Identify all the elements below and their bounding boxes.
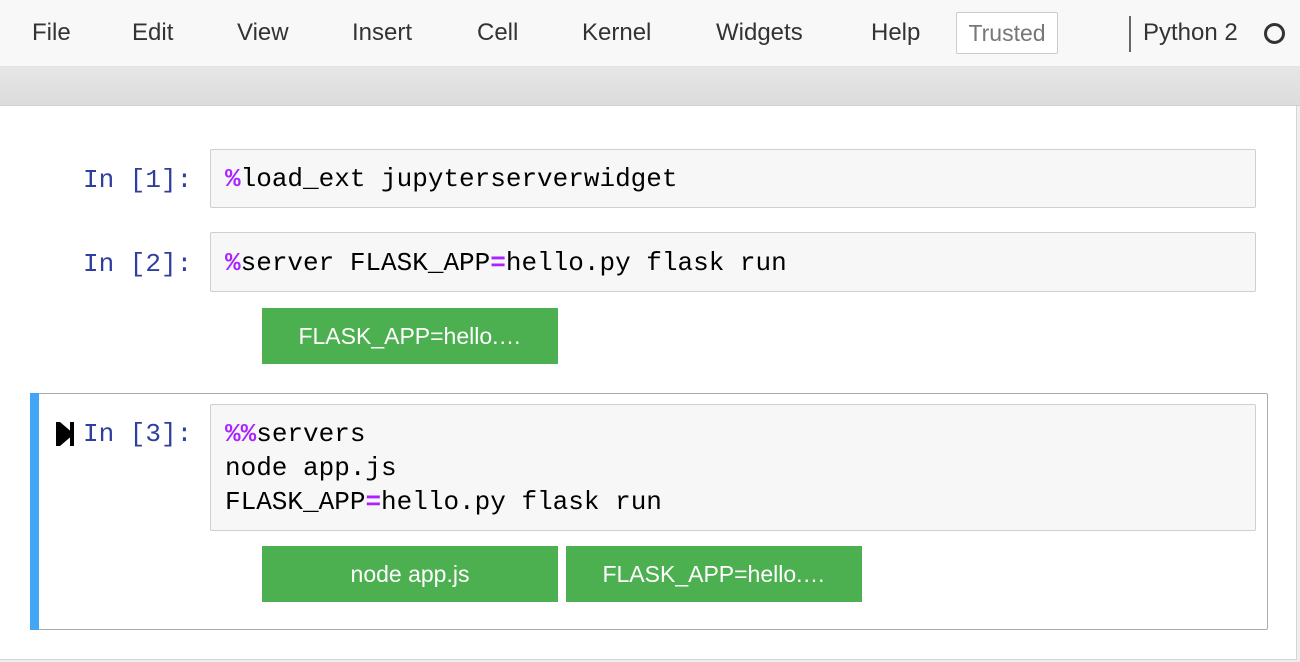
menu-help[interactable]: Help — [871, 18, 920, 48]
kernel-idle-icon — [1264, 23, 1285, 44]
code-line: %server FLASK_APP=hello.py flask run — [225, 246, 787, 280]
menu-edit[interactable]: Edit — [132, 18, 173, 48]
menu-file[interactable]: File — [32, 18, 71, 48]
cell-input[interactable]: %server FLASK_APP=hello.py flask run — [210, 232, 1256, 292]
selected-cell-indicator — [30, 393, 39, 630]
menu-kernel[interactable]: Kernel — [582, 18, 651, 48]
code-line: FLASK_APP=hello.py flask run — [225, 485, 662, 519]
step-forward-icon — [56, 422, 74, 446]
cell-input[interactable]: %%servers node app.js FLASK_APP=hello.py… — [210, 404, 1256, 531]
trusted-indicator[interactable]: Trusted — [956, 12, 1058, 54]
server-widget-button[interactable]: node app.js — [262, 546, 558, 602]
code-token: hello.py flask run — [381, 487, 662, 517]
code-token: servers — [256, 419, 366, 449]
magic-token: %% — [225, 419, 257, 449]
code-line: %%servers — [225, 417, 365, 451]
magic-token: % — [225, 248, 241, 278]
server-widget-button[interactable]: FLASK_APP=hello.… — [262, 308, 558, 364]
operator-token: = — [365, 487, 382, 517]
kernel-name[interactable]: Python 2 — [1143, 18, 1238, 48]
menu-view[interactable]: View — [237, 18, 289, 48]
menu-widgets[interactable]: Widgets — [716, 18, 803, 48]
code-line: %load_ext jupyterserverwidget — [225, 162, 677, 196]
toolbar-area — [0, 67, 1300, 106]
code-line: node app.js — [225, 451, 397, 485]
kernel-separator — [1129, 16, 1131, 52]
menu-insert[interactable]: Insert — [352, 18, 412, 48]
cell-prompt: In [3]: — [83, 419, 193, 449]
cell-prompt: In [1]: — [83, 165, 193, 195]
magic-token: % — [225, 164, 241, 194]
cell-input[interactable]: %load_ext jupyterserverwidget — [210, 149, 1256, 208]
menu-cell[interactable]: Cell — [477, 18, 518, 48]
code-token: load_ext jupyterserverwidget — [240, 164, 678, 194]
code-token: hello.py flask run — [505, 248, 787, 278]
code-token: server FLASK_APP — [240, 248, 491, 278]
code-token: node app.js — [225, 453, 397, 483]
cell-prompt: In [2]: — [83, 249, 193, 279]
server-widget-button[interactable]: FLASK_APP=hello.… — [566, 546, 862, 602]
operator-token: = — [490, 248, 506, 278]
code-token: FLASK_APP — [225, 487, 366, 517]
menu-bar: File Edit View Insert Cell Kernel Widget… — [0, 0, 1300, 67]
